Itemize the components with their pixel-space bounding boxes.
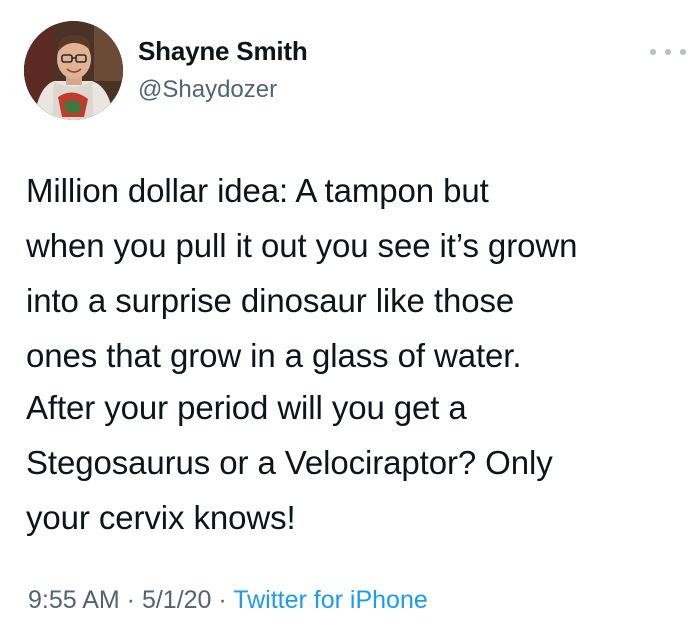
more-dot — [650, 49, 656, 55]
tweet-text-line: Million dollar idea: A tampon but — [26, 172, 489, 209]
tweet-date[interactable]: 5/1/20 — [142, 586, 212, 614]
avatar[interactable] — [24, 21, 123, 120]
more-dot — [665, 49, 671, 55]
meta-separator: · — [119, 586, 142, 614]
meta-separator: · — [211, 586, 234, 614]
tweet-text-line: ones that grow in a glass of water. — [26, 337, 522, 374]
tweet-card: Shayne Smith @Shaydozer Million dollar i… — [0, 0, 700, 644]
more-dot — [680, 49, 686, 55]
author-handle[interactable]: @Shaydozer — [138, 76, 277, 104]
avatar-image — [24, 21, 123, 120]
author-display-name[interactable]: Shayne Smith — [138, 36, 308, 67]
tweet-text-paragraph-1: Million dollar idea: A tampon but when y… — [26, 163, 690, 383]
tweet-meta: 9:55 AM · 5/1/20 · Twitter for iPhone — [28, 586, 428, 615]
tweet-text-line: when you pull it out you see it’s grown — [26, 227, 578, 264]
tweet-text-line: into a surprise dinosaur like those — [26, 282, 515, 319]
tweet-text-paragraph-2: After your period will you get a Stegosa… — [26, 380, 690, 545]
tweet-source-link[interactable]: Twitter for iPhone — [233, 586, 428, 614]
tweet-time[interactable]: 9:55 AM — [28, 586, 120, 614]
more-horizontal-icon[interactable] — [650, 44, 686, 60]
tweet-text-line: After your period will you get a — [26, 389, 467, 426]
tweet-text-line: your cervix knows! — [26, 499, 296, 536]
tweet-text-line: Stegosaurus or a Velociraptor? Only — [26, 444, 553, 481]
